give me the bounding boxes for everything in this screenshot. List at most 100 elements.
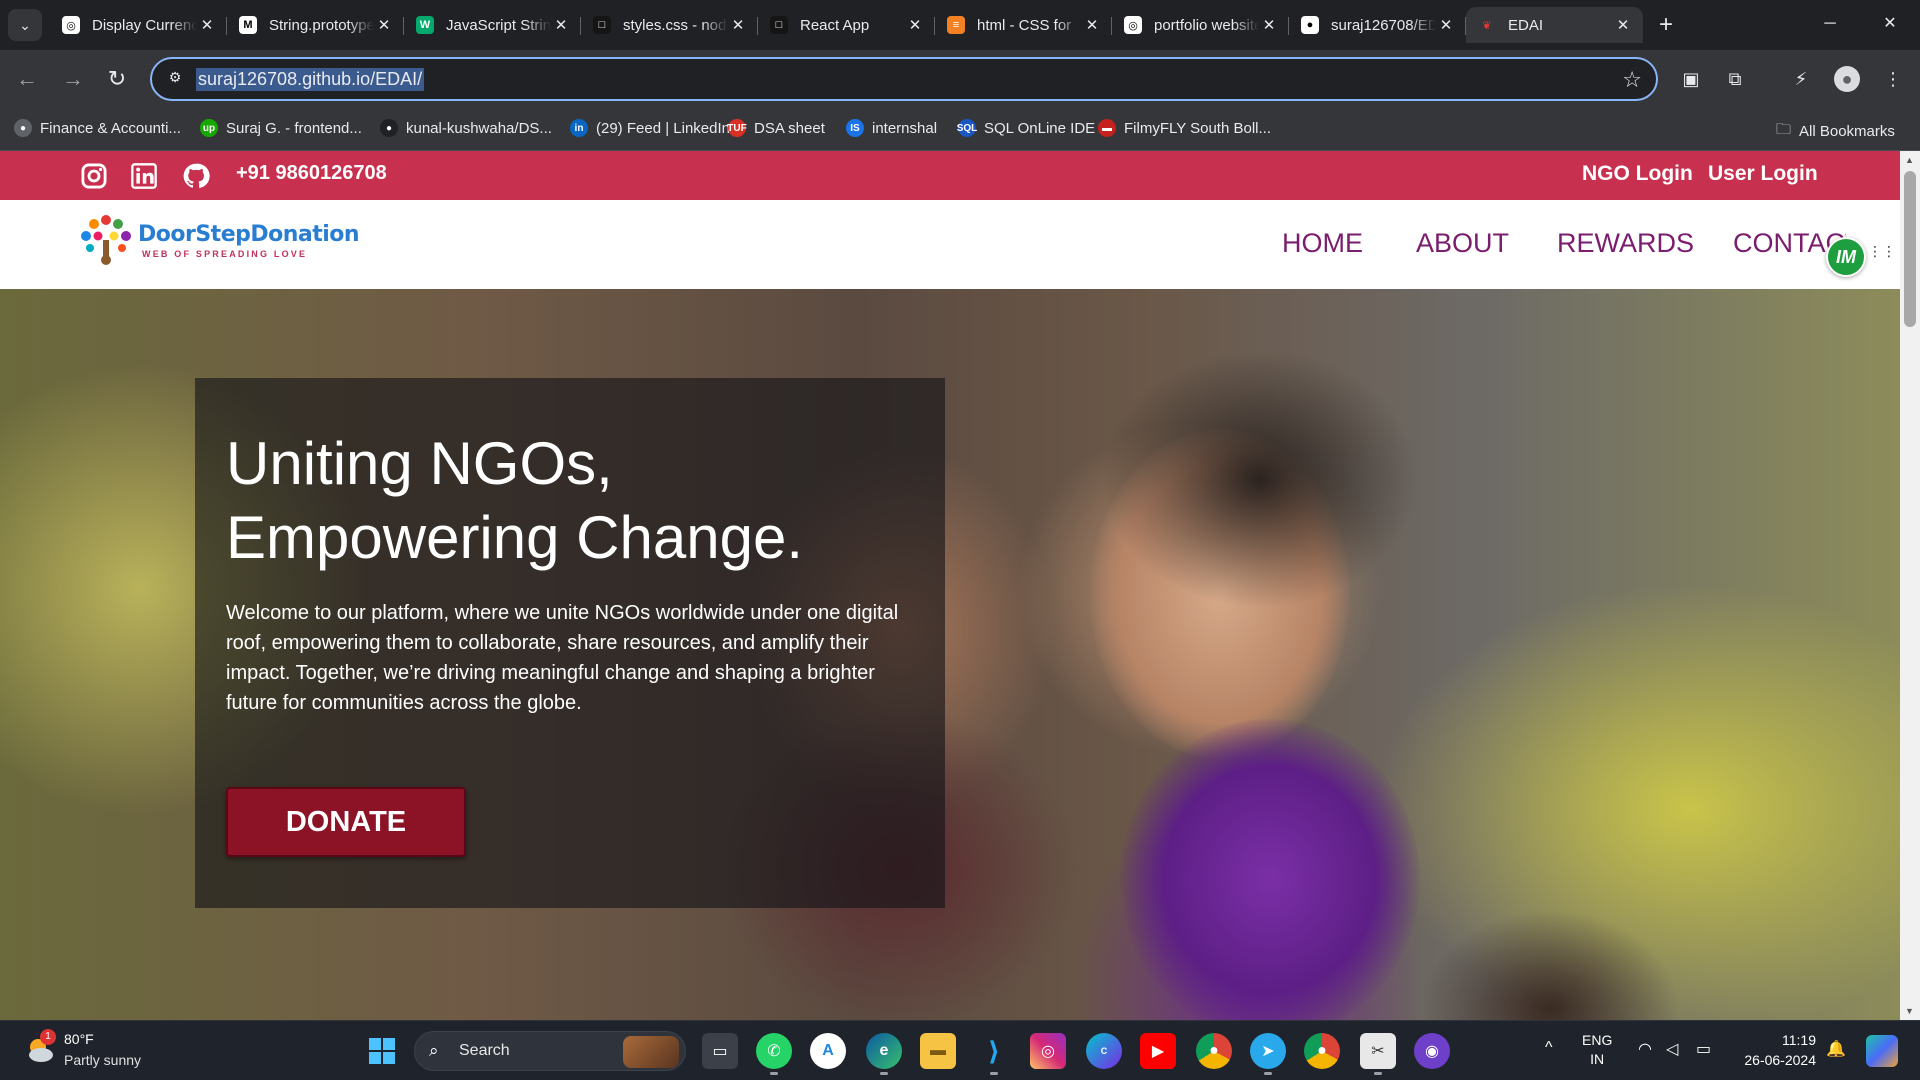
system-clock[interactable]: 11:19 26-06-2024 (1740, 1030, 1816, 1070)
site-info-icon[interactable]: ⚙ (164, 69, 186, 89)
edge-icon[interactable]: e (866, 1033, 902, 1075)
address-url[interactable]: suraj126708.github.io/EDAI/ (196, 68, 425, 91)
extension-badge-icon[interactable]: IM (1826, 237, 1866, 277)
tab-close-icon[interactable]: ✕ (905, 16, 925, 34)
tab-close-icon[interactable]: ✕ (728, 16, 748, 34)
show-hidden-icons-chevron-icon[interactable]: ^ (1545, 1039, 1553, 1057)
hero-photo-child (1420, 909, 1680, 1020)
tab[interactable]: W JavaScript String ✕ (404, 7, 581, 43)
bookmark-label: SQL OnLine IDE (984, 119, 1096, 137)
input-language[interactable]: ENG IN (1582, 1031, 1612, 1069)
tab-close-icon[interactable]: ✕ (374, 16, 394, 34)
bookmark-item[interactable]: ● kunal-kushwaha/DS... (380, 119, 552, 137)
performance-icon[interactable]: ⚡ (1788, 66, 1814, 92)
scroll-down-arrow-icon[interactable]: ▼ (1905, 1006, 1914, 1016)
all-bookmarks-folder[interactable]: 🗀 All Bookmarks (1776, 119, 1895, 144)
windows-start-icon[interactable] (368, 1037, 396, 1065)
tab[interactable]: ≡ html - CSS for ✕ (935, 7, 1112, 43)
scroll-up-arrow-icon[interactable]: ▲ (1905, 155, 1914, 165)
taskbar-search[interactable]: ⌕ Search (414, 1031, 686, 1071)
browser-menu-icon[interactable]: ⋮ (1880, 66, 1906, 92)
bookmark-item[interactable]: TUF DSA sheet (727, 119, 825, 137)
scroll-thumb[interactable] (1904, 171, 1916, 327)
bookmark-item[interactable]: up Suraj G. - frontend... (200, 119, 362, 137)
snipping-tool-icon[interactable]: ✂ (1360, 1033, 1396, 1075)
tab[interactable]: ◎ Display Currency ✕ (50, 7, 227, 43)
battery-icon[interactable]: ▭ (1696, 1039, 1711, 1059)
extensions-puzzle-icon[interactable]: ⧉ (1722, 66, 1748, 92)
nav-home[interactable]: HOME (1282, 228, 1363, 259)
instagram-icon[interactable] (80, 162, 108, 190)
canva-icon[interactable]: C (1086, 1033, 1122, 1069)
tab-search-button[interactable]: ⌄ (8, 9, 42, 41)
chatgpt-icon: ◎ (1124, 16, 1142, 34)
bookmark-item[interactable]: ▬ FilmyFLY South Boll... (1098, 119, 1271, 137)
hero-headline: Uniting NGOs, Empowering Change. (226, 427, 926, 575)
tab[interactable]: □ React App ✕ (758, 7, 935, 43)
forward-button[interactable]: → (58, 64, 88, 94)
whatsapp-icon[interactable]: ✆ (756, 1033, 792, 1075)
new-tab-button[interactable]: + (1650, 9, 1682, 41)
tab-close-icon[interactable]: ✕ (1436, 16, 1456, 34)
app-store-icon[interactable]: A (810, 1033, 846, 1069)
reload-button[interactable]: ↻ (102, 64, 132, 94)
volume-icon[interactable]: ◁ (1666, 1039, 1678, 1059)
instagram-app-icon[interactable]: ◎ (1030, 1033, 1066, 1069)
telegram-icon[interactable]: ➤ (1250, 1033, 1286, 1075)
weather-temperature[interactable]: 80°F (64, 1031, 94, 1047)
file-explorer-icon[interactable]: ▬ (920, 1033, 956, 1069)
hero-headline-line2: Empowering Change. (226, 504, 804, 571)
bookmark-item[interactable]: SQL SQL OnLine IDE (957, 119, 1096, 137)
widgets-icon[interactable] (1866, 1035, 1898, 1067)
tab-close-icon[interactable]: ✕ (1259, 16, 1279, 34)
donate-button[interactable]: DONATE (226, 787, 466, 857)
task-view-icon[interactable]: ▭ (702, 1033, 738, 1069)
tab-close-icon[interactable]: ✕ (1613, 16, 1633, 34)
linkedin-icon[interactable] (130, 162, 158, 190)
address-bar[interactable]: ⚙ suraj126708.github.io/EDAI/ ☆ (150, 57, 1658, 101)
brand-name[interactable]: DoorStepDonation (138, 222, 360, 247)
drag-handle-icon[interactable]: ⋮⋮ (1868, 244, 1896, 258)
github-icon[interactable] (182, 162, 210, 190)
tab-close-icon[interactable]: ✕ (197, 16, 217, 34)
stackoverflow-icon: ≡ (947, 16, 965, 34)
back-button[interactable]: ← (12, 64, 42, 94)
tab[interactable]: M String.prototype ✕ (227, 7, 404, 43)
ngo-login-link[interactable]: NGO Login (1582, 162, 1693, 186)
tab[interactable]: □ styles.css - node ✕ (581, 7, 758, 43)
nav-rewards[interactable]: REWARDS (1557, 228, 1694, 259)
wifi-icon[interactable]: ◠ (1638, 1039, 1652, 1059)
bookmark-label: DSA sheet (754, 119, 825, 137)
bookmark-label: FilmyFLY South Boll... (1124, 119, 1271, 137)
page-scrollbar[interactable]: ▲ ▼ (1900, 151, 1920, 1020)
tab[interactable]: ● suraj126708/EDAI✕ (1289, 7, 1466, 43)
profile-avatar-icon[interactable]: ● (1834, 66, 1860, 92)
close-window-button[interactable]: ✕ (1860, 0, 1920, 48)
minimize-window-button[interactable]: ─ (1800, 0, 1860, 48)
tab[interactable]: ◎ portfolio website ✕ (1112, 7, 1289, 43)
tab-title: React App (800, 16, 870, 34)
bookmark-favicon-icon: in (570, 119, 588, 137)
extension-icon[interactable]: ▣ (1678, 66, 1704, 92)
youtube-icon[interactable]: ▶ (1140, 1033, 1176, 1069)
bookmark-item[interactable]: in (29) Feed | LinkedIn (570, 119, 730, 137)
chrome-active-icon[interactable]: ● (1304, 1033, 1340, 1069)
user-login-link[interactable]: User Login (1708, 162, 1818, 186)
tree-of-hearts-logo-icon[interactable] (76, 212, 136, 268)
tab-close-icon[interactable]: ✕ (551, 16, 571, 34)
notifications-bell-icon[interactable]: 🔔 (1826, 1039, 1846, 1059)
bookmark-star-icon[interactable]: ☆ (1622, 67, 1642, 93)
bookmark-item[interactable]: IS internshal (846, 119, 937, 137)
phone-number[interactable]: +91 9860126708 (236, 162, 387, 185)
github-desktop-icon[interactable]: ◉ (1414, 1033, 1450, 1069)
bookmark-item[interactable]: ● Finance & Accounti... (14, 119, 181, 137)
tab-close-icon[interactable]: ✕ (1082, 16, 1102, 34)
codesandbox-icon: □ (593, 16, 611, 34)
tab-title: String.prototype (269, 16, 374, 34)
vscode-icon[interactable]: ⟩ (976, 1033, 1012, 1075)
nav-about[interactable]: ABOUT (1416, 228, 1509, 259)
tab-active[interactable]: ❦ EDAI ✕ (1466, 7, 1643, 43)
weather-description[interactable]: Partly sunny (64, 1052, 141, 1068)
chrome-icon[interactable]: ● (1196, 1033, 1232, 1069)
bookmark-label: Suraj G. - frontend... (226, 119, 362, 137)
